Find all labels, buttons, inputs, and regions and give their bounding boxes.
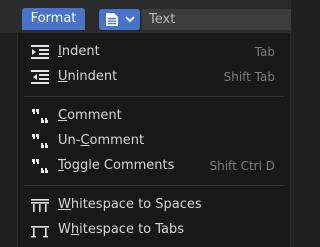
text-datablock-name[interactable]: Text [142, 9, 291, 30]
menu-item-shortcut: Shift Tab [223, 70, 275, 84]
menu-item-unindent[interactable]: Unindent Shift Tab [18, 65, 290, 89]
menu-item-label: Un-Comment [58, 133, 145, 148]
format-dropdown-menu: Indent Tab Unindent Shift Tab Comment Un… [17, 33, 291, 247]
whitespace-tabs-icon [31, 226, 49, 238]
chevron-down-icon [125, 16, 135, 23]
menu-item-label: Unindent [58, 69, 118, 84]
menu-separator [24, 96, 284, 97]
menu-item-label: Whitespace to Tabs [58, 222, 185, 237]
menu-item-comment[interactable]: Comment [18, 104, 290, 128]
menu-item-label: Toggle Comments [58, 158, 175, 173]
indent-icon [31, 45, 49, 59]
menu-item-indent[interactable]: Indent Tab [18, 40, 290, 64]
comment-icon [32, 109, 48, 123]
unindent-icon [31, 70, 49, 84]
menu-separator [24, 185, 284, 186]
menu-item-label: Whitespace to Spaces [58, 197, 202, 212]
menu-item-whitespace-to-tabs[interactable]: Whitespace to Tabs [18, 218, 290, 242]
menu-item-shortcut: Tab [254, 45, 275, 59]
menu-item-shortcut: Shift Ctrl D [209, 159, 276, 173]
uncomment-icon [32, 134, 48, 148]
menu-item-uncomment[interactable]: Un-Comment [18, 129, 290, 153]
menu-item-label: Comment [58, 108, 122, 123]
toggle-comment-icon [32, 159, 48, 173]
menu-item-label: Indent [58, 44, 100, 59]
whitespace-spaces-icon [31, 199, 49, 212]
header-bar: Format Text [0, 0, 291, 33]
editor-type-dropdown[interactable] [99, 9, 140, 30]
text-document-icon [106, 13, 118, 26]
menu-item-whitespace-to-spaces[interactable]: Whitespace to Spaces [18, 193, 290, 217]
format-menu-button[interactable]: Format [22, 8, 85, 30]
menu-item-toggle-comments[interactable]: Toggle Comments Shift Ctrl D [18, 154, 290, 178]
